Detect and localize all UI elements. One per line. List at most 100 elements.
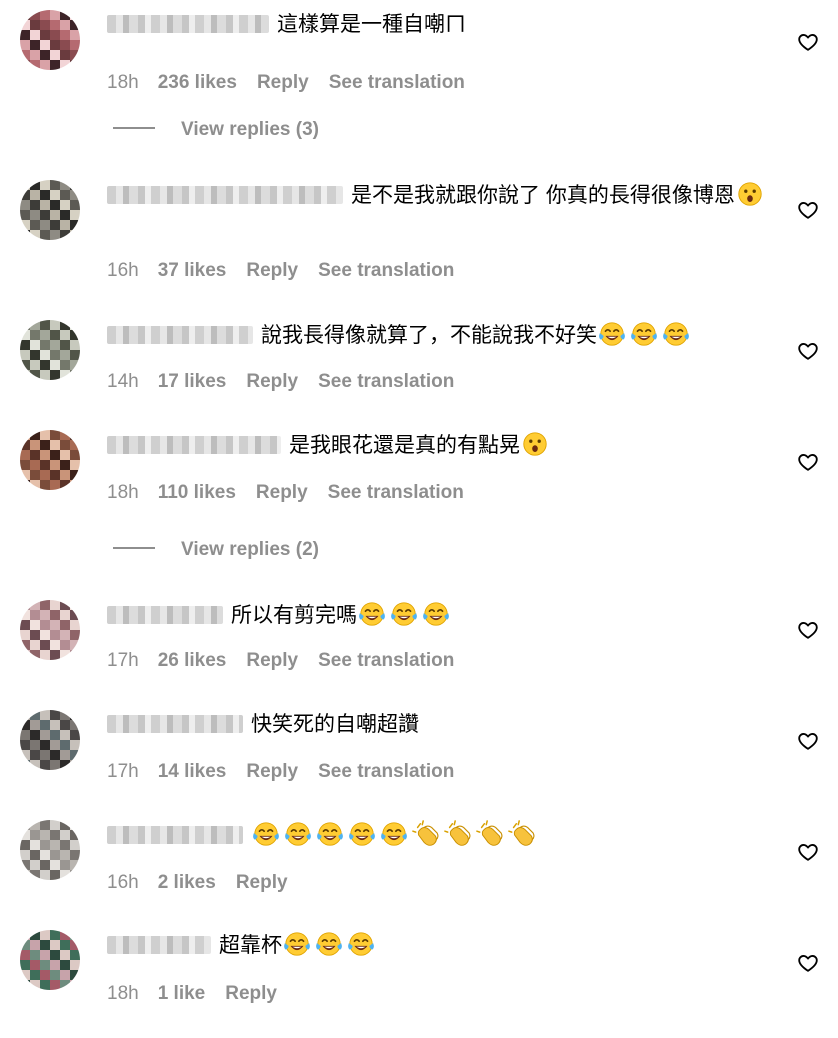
reply-button[interactable]: Reply — [256, 482, 308, 503]
heart-outline-icon[interactable] — [797, 841, 819, 863]
clapping-hands-emoji-icon — [411, 820, 441, 848]
reply-button[interactable]: Reply — [236, 872, 288, 893]
comment-text: 說我長得像就算了，不能說我不好笑 — [261, 324, 597, 347]
username-blurred[interactable] — [107, 936, 211, 954]
comment-body: 超靠杯 18h 1 like Reply — [107, 930, 777, 1004]
divider-line — [113, 547, 155, 549]
comment-body: 快笑死的自嘲超讚 17h 14 likes Reply See translation — [107, 710, 777, 782]
reply-button[interactable]: Reply — [246, 650, 298, 671]
comment-likes[interactable]: 110 likes — [158, 482, 236, 503]
see-translation-link[interactable]: See translation — [318, 650, 454, 671]
see-translation-link[interactable]: See translation — [318, 761, 454, 782]
comment-body: 所以有剪完嗎 17h 26 likes Reply See translation — [107, 600, 777, 671]
username-blurred[interactable] — [107, 186, 343, 204]
comment-likes[interactable]: 2 likes — [158, 872, 216, 893]
avatar[interactable] — [20, 180, 80, 240]
tears-of-joy-emoji-icon — [421, 600, 451, 628]
tears-of-joy-emoji-icon — [357, 600, 387, 628]
comment-time: 16h — [107, 872, 139, 893]
comment-text: 這樣算是一種自嘲ㄇ — [277, 13, 466, 36]
username-blurred[interactable] — [107, 606, 223, 624]
comment-time: 18h — [107, 72, 139, 93]
comment-content: 所以有剪完嗎 — [107, 600, 777, 631]
comment-meta: 17h 26 likes Reply See translation — [107, 650, 474, 672]
tears-of-joy-emoji-icon — [315, 820, 345, 848]
comment-content: 這樣算是一種自嘲ㄇ — [107, 10, 777, 40]
tears-of-joy-emoji-icon — [346, 930, 376, 958]
comment-content: 是不是我就跟你說了 你真的長得很像博恩 — [107, 180, 777, 211]
comment-content: 超靠杯 — [107, 930, 777, 961]
see-translation-link[interactable]: See translation — [329, 72, 465, 93]
comment-likes[interactable]: 17 likes — [158, 371, 227, 392]
comment-likes[interactable]: 37 likes — [158, 260, 227, 281]
view-replies-label: View replies (2) — [181, 539, 319, 560]
clapping-hands-emoji-icon — [443, 820, 473, 848]
heart-outline-icon[interactable] — [797, 340, 819, 362]
reply-button[interactable]: Reply — [225, 983, 277, 1004]
tears-of-joy-emoji-icon — [597, 320, 627, 348]
avatar[interactable] — [20, 320, 80, 380]
avatar[interactable] — [20, 600, 80, 660]
comment-content: 快笑死的自嘲超讚 — [107, 710, 777, 740]
comment-meta: 14h 17 likes Reply See translation — [107, 371, 474, 393]
comment-body: 說我長得像就算了，不能說我不好笑 14h 17 likes Reply See tran… — [107, 320, 777, 392]
comment-meta: 17h 14 likes Reply See translation — [107, 761, 474, 783]
comment-likes[interactable]: 236 likes — [158, 72, 237, 93]
comment-likes[interactable]: 26 likes — [158, 650, 227, 671]
comment-content — [107, 820, 777, 851]
tears-of-joy-emoji-icon — [661, 320, 691, 348]
avatar[interactable] — [20, 930, 80, 990]
comment-text: 快笑死的自嘲超讚 — [251, 713, 419, 736]
comment-time: 16h — [107, 260, 139, 281]
comment-time: 14h — [107, 371, 139, 392]
heart-outline-icon[interactable] — [797, 619, 819, 641]
view-replies-button[interactable]: View replies (2) — [113, 539, 319, 561]
heart-outline-icon[interactable] — [797, 952, 819, 974]
heart-outline-icon[interactable] — [797, 451, 819, 473]
avatar[interactable] — [20, 820, 80, 880]
tears-of-joy-emoji-icon — [629, 320, 659, 348]
heart-outline-icon[interactable] — [797, 199, 819, 221]
view-replies-button[interactable]: View replies (3) — [113, 119, 319, 141]
see-translation-link[interactable]: See translation — [318, 260, 454, 281]
comment-meta: 16h 2 likes Reply — [107, 872, 308, 894]
tears-of-joy-emoji-icon — [282, 930, 312, 958]
username-blurred[interactable] — [107, 715, 243, 733]
comment-body: 是我眼花還是真的有點晃 18h 110 likes Reply See translat… — [107, 430, 777, 503]
heart-outline-icon[interactable] — [797, 31, 819, 53]
username-blurred[interactable] — [107, 436, 281, 454]
see-translation-link[interactable]: See translation — [318, 371, 454, 392]
see-translation-link[interactable]: See translation — [328, 482, 464, 503]
avatar[interactable] — [20, 10, 80, 70]
comment-likes[interactable]: 1 like — [158, 983, 206, 1004]
comment-body: 這樣算是一種自嘲ㄇ 18h 236 likes Reply See translatio… — [107, 10, 777, 93]
tears-of-joy-emoji-icon — [347, 820, 377, 848]
comment-likes[interactable]: 14 likes — [158, 761, 227, 782]
comment-text: 是不是我就跟你說了 你真的長得很像博恩 — [351, 184, 735, 207]
tears-of-joy-emoji-icon — [251, 820, 281, 848]
comment-time: 17h — [107, 650, 139, 671]
clapping-hands-emoji-icon — [507, 820, 537, 848]
reply-button[interactable]: Reply — [246, 371, 298, 392]
comment-time: 18h — [107, 983, 139, 1004]
comment-meta: 18h 1 like Reply — [107, 983, 297, 1005]
comment-time: 18h — [107, 482, 139, 503]
comment-text: 超靠杯 — [219, 934, 282, 957]
username-blurred[interactable] — [107, 826, 243, 844]
comment-text: 是我眼花還是真的有點晃 — [289, 434, 520, 457]
comment-text: 所以有剪完嗎 — [231, 604, 357, 627]
comment-meta: 18h 110 likes Reply See translation — [107, 482, 484, 504]
tears-of-joy-emoji-icon — [389, 600, 419, 628]
heart-outline-icon[interactable] — [797, 730, 819, 752]
username-blurred[interactable] — [107, 15, 269, 33]
comment-content: 說我長得像就算了，不能說我不好笑 — [107, 320, 777, 351]
username-blurred[interactable] — [107, 326, 253, 344]
reply-button[interactable]: Reply — [257, 72, 309, 93]
reply-button[interactable]: Reply — [246, 260, 298, 281]
avatar[interactable] — [20, 430, 80, 490]
comment-content: 是我眼花還是真的有點晃 — [107, 430, 777, 461]
reply-button[interactable]: Reply — [246, 761, 298, 782]
comment-body: 16h 2 likes Reply — [107, 820, 777, 893]
avatar[interactable] — [20, 710, 80, 770]
tears-of-joy-emoji-icon — [283, 820, 313, 848]
